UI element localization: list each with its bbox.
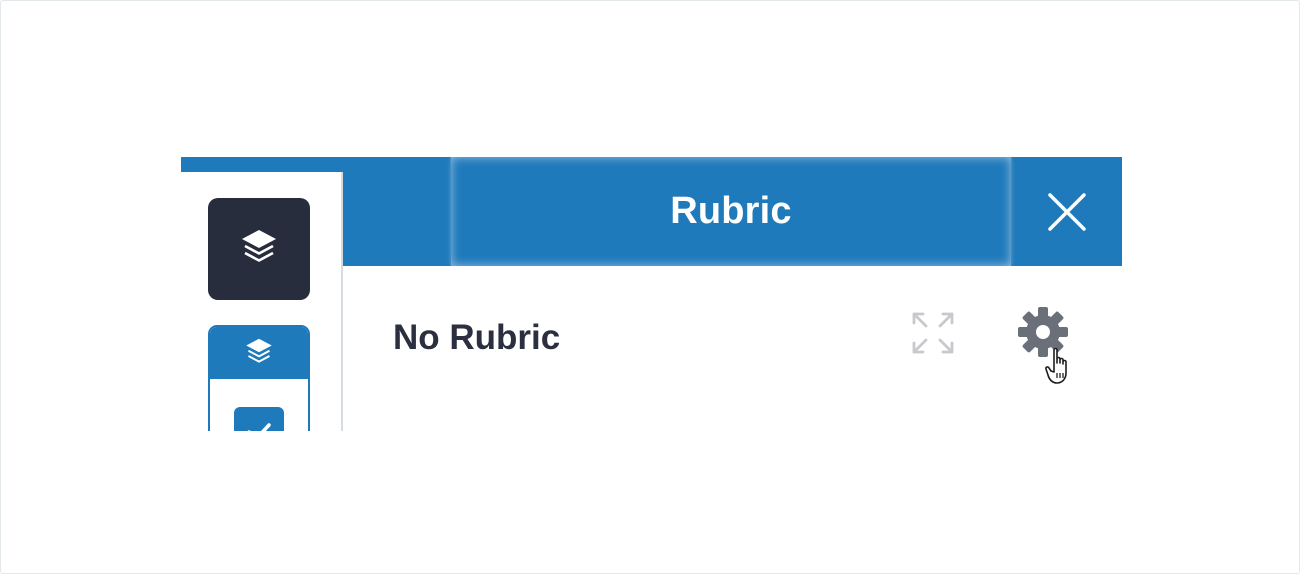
panel-title: Rubric <box>670 190 792 232</box>
checkmark-icon <box>247 423 271 431</box>
close-button[interactable] <box>1012 157 1122 266</box>
rubric-checkbox[interactable] <box>234 407 284 431</box>
layers-icon <box>246 338 272 363</box>
rubric-card-header <box>210 327 308 379</box>
layers-icon <box>242 230 276 262</box>
screenshot-frame: Rubric No Rubric <box>0 0 1300 574</box>
hand-pointer-icon <box>1045 347 1067 384</box>
panel-content: No Rubric <box>345 266 1122 431</box>
expand-button[interactable] <box>911 311 955 355</box>
rubric-panel: Rubric No Rubric <box>181 157 1122 431</box>
close-icon <box>1048 192 1086 231</box>
title-tab: Rubric <box>451 157 1011 266</box>
no-rubric-label: No Rubric <box>393 318 561 357</box>
tool-sidebar <box>181 172 343 431</box>
rubric-tool-card[interactable] <box>208 325 310 431</box>
expand-icon <box>912 312 954 354</box>
layers-button[interactable] <box>208 198 310 300</box>
